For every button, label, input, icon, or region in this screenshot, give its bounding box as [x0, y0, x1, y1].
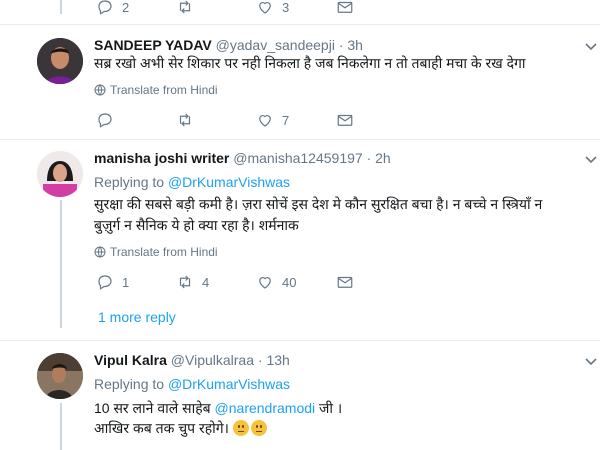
tweet-header: SANDEEP YADAV @yadav_sandeepji · 3h	[94, 37, 363, 53]
heart-icon	[259, 2, 271, 14]
timestamp[interactable]: · 2h	[367, 150, 391, 166]
timestamp[interactable]: · 3h	[339, 37, 363, 53]
mention-link[interactable]: @DrKumarVishwas	[168, 174, 290, 190]
replying-prefix: Replying to	[94, 174, 165, 190]
display-name[interactable]: Vipul Kalra	[94, 352, 167, 368]
thread-line	[60, 0, 62, 14]
reply-button[interactable]	[96, 111, 176, 129]
heart-icon	[259, 115, 271, 127]
tweet-text-line: सुरक्षा की सबसे बड़ी कमी है। ज़रा सोचें …	[94, 196, 543, 212]
more-options-button[interactable]	[584, 152, 598, 166]
mention-link[interactable]: @narendramodi	[215, 400, 316, 416]
envelope-icon	[337, 276, 353, 288]
dm-button[interactable]	[336, 273, 416, 291]
retweet-button[interactable]	[176, 111, 256, 129]
reply-count: 2	[122, 0, 130, 15]
reply-button[interactable]: 1	[96, 273, 176, 291]
like-button[interactable]: 3	[256, 0, 336, 16]
like-button[interactable]: 7	[256, 111, 336, 129]
user-handle[interactable]: @yadav_sandeepji	[216, 37, 335, 53]
chevron-down-icon	[585, 358, 597, 366]
reply-icon	[98, 113, 112, 128]
retweet-count: 4	[202, 274, 210, 290]
avatar-image	[37, 38, 83, 84]
mention-link[interactable]: @DrKumarVishwas	[168, 376, 290, 392]
divider	[0, 139, 600, 140]
divider	[0, 24, 600, 25]
reply-icon	[98, 275, 112, 290]
avatar-image	[37, 151, 83, 197]
reply-count: 1	[122, 274, 130, 290]
chevron-down-icon	[585, 156, 597, 164]
user-handle[interactable]: @manisha12459197	[233, 150, 362, 166]
envelope-icon	[337, 114, 353, 126]
more-options-button[interactable]	[584, 354, 598, 368]
tweet-header: manisha joshi writer @manisha12459197 · …	[94, 150, 391, 166]
like-button[interactable]: 40	[256, 273, 336, 291]
globe-icon	[94, 84, 106, 96]
translate-link[interactable]: Translate from Hindi	[94, 245, 218, 259]
divider	[0, 340, 600, 341]
tweet-actions: 7	[96, 110, 416, 130]
retweet-icon	[179, 113, 191, 127]
tweet-text-part: जी ।	[315, 400, 343, 416]
tweet-text-part: 10 सर लाने वाले साहेब	[94, 400, 215, 416]
reply-icon	[98, 0, 112, 15]
reply-button[interactable]: 2	[96, 0, 176, 16]
tweet-actions: 2 3	[96, 0, 416, 17]
globe-icon	[94, 246, 106, 258]
avatar[interactable]	[37, 38, 83, 84]
thread-line	[60, 200, 62, 328]
avatar-image	[37, 353, 83, 399]
more-replies-link[interactable]: 1 more reply	[98, 309, 176, 325]
heart-icon	[259, 277, 271, 289]
tweet-text-part: आखिर कब तक चुप रहोगे।	[94, 420, 233, 436]
translate-label: Translate from Hindi	[110, 83, 218, 97]
like-count: 40	[282, 274, 297, 290]
tweet-text-line: 10 सर लाने वाले साहेब @narendramodi जी ।	[94, 398, 342, 419]
neutral-face-emoji	[250, 420, 267, 436]
tweet-text-line: आखिर कब तक चुप रहोगे।	[94, 418, 269, 439]
tweet-header: Vipul Kalra @Vipulkalraa · 13h	[94, 352, 290, 368]
user-handle[interactable]: @Vipulkalraa	[171, 352, 254, 368]
dm-button[interactable]	[336, 0, 416, 16]
translate-link[interactable]: Translate from Hindi	[94, 83, 218, 97]
translate-label: Translate from Hindi	[110, 245, 218, 259]
chevron-down-icon	[585, 43, 597, 51]
retweet-icon	[179, 0, 191, 14]
retweet-button[interactable]	[176, 0, 256, 16]
tweet-actions: 1 4 40	[96, 272, 416, 292]
envelope-icon	[337, 1, 353, 13]
like-count: 3	[282, 0, 290, 15]
timestamp[interactable]: · 13h	[258, 352, 290, 368]
thread-line	[60, 403, 62, 450]
avatar[interactable]	[37, 353, 83, 399]
replying-prefix: Replying to	[94, 376, 165, 392]
dm-button[interactable]	[336, 111, 416, 129]
replying-to: Replying to @DrKumarVishwas	[94, 376, 290, 392]
avatar[interactable]	[37, 151, 83, 197]
retweet-icon	[179, 275, 191, 289]
tweet-text-line: बुज़ुर्ग न सैनिक ये हो क्या रहा है। शर्म…	[94, 217, 299, 233]
retweet-button[interactable]: 4	[176, 273, 256, 291]
replying-to: Replying to @DrKumarVishwas	[94, 174, 290, 190]
like-count: 7	[282, 112, 290, 128]
more-options-button[interactable]	[584, 39, 598, 53]
display-name[interactable]: manisha joshi writer	[94, 150, 229, 166]
neutral-face-emoji	[232, 420, 249, 436]
display-name[interactable]: SANDEEP YADAV	[94, 37, 212, 53]
tweet-text: सब्र रखो अभी सेर शिकार पर नही निकला है ज…	[94, 55, 526, 71]
